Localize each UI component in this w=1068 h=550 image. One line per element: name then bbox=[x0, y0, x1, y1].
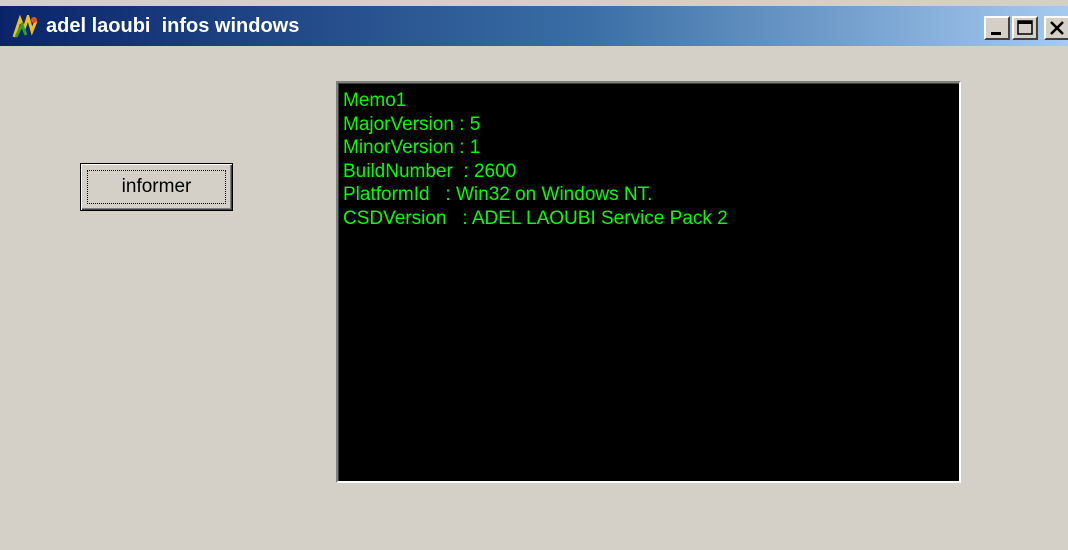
memo-output[interactable]: Memo1 MajorVersion : 5 MinorVersion : 1 … bbox=[336, 81, 961, 483]
minimize-icon bbox=[991, 32, 1001, 35]
memo-line: Memo1 bbox=[343, 90, 407, 111]
memo-line: CSDVersion : ADEL LAOUBI Service Pack 2 bbox=[343, 207, 728, 229]
app-window: adel laoubi infos windows informer Memo1… bbox=[0, 0, 1068, 550]
close-icon bbox=[1050, 21, 1064, 35]
informer-button-label: informer bbox=[87, 170, 226, 204]
maximize-button[interactable] bbox=[1012, 16, 1038, 40]
app-icon bbox=[12, 11, 40, 39]
close-button[interactable] bbox=[1044, 16, 1068, 40]
window-title: adel laoubi infos windows bbox=[46, 15, 300, 37]
informer-button[interactable]: informer bbox=[80, 163, 233, 211]
memo-line: BuildNumber : 2600 bbox=[343, 160, 517, 182]
title-bar[interactable]: adel laoubi infos windows bbox=[0, 6, 1068, 46]
memo-line: PlatformId : Win32 on Windows NT. bbox=[343, 184, 653, 205]
minimize-button[interactable] bbox=[984, 16, 1010, 40]
maximize-icon bbox=[1017, 20, 1033, 35]
memo-line: MajorVersion : 5 bbox=[343, 113, 481, 135]
memo-line: MinorVersion : 1 bbox=[343, 137, 481, 158]
